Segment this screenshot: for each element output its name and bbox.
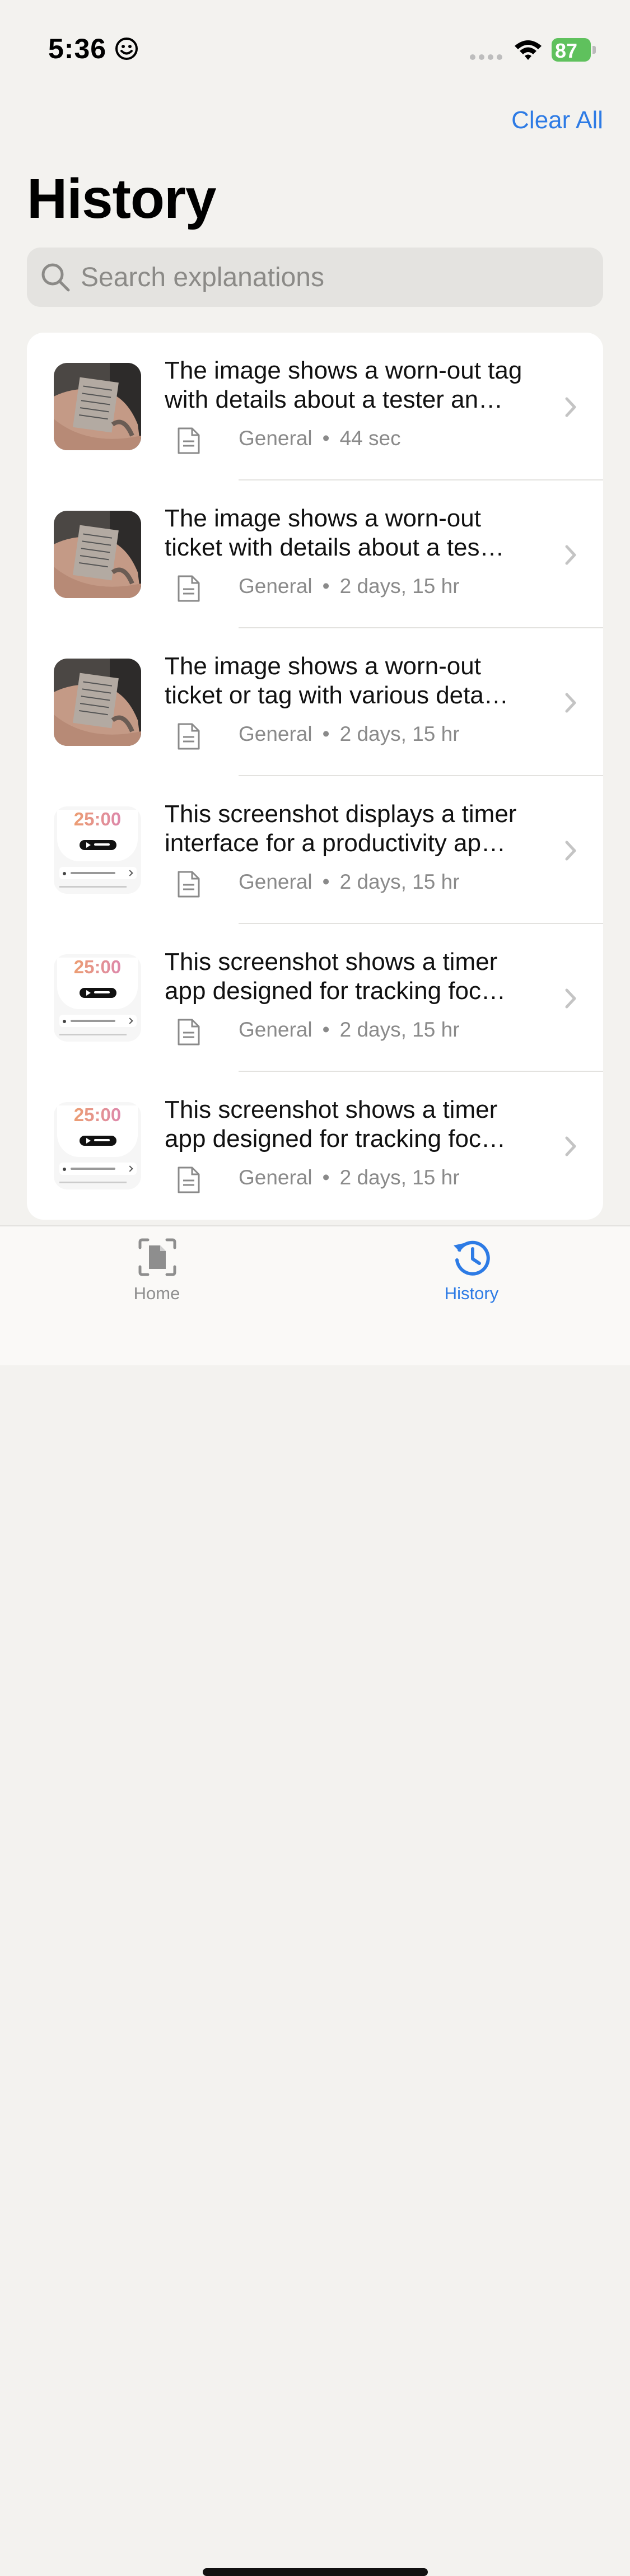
item-title: The image shows a worn-out ticket with d… xyxy=(165,505,505,561)
cellular-signal-icon xyxy=(470,54,502,60)
wifi-icon xyxy=(515,40,542,60)
document-icon xyxy=(178,1166,200,1193)
history-item[interactable]: 25:00 This screenshot shows a timer app … xyxy=(27,1072,603,1220)
document-icon xyxy=(178,1019,200,1046)
status-time: 5:36 xyxy=(48,33,107,64)
chevron-right-icon xyxy=(565,397,576,417)
battery-level: 87 xyxy=(555,39,578,62)
clock-history-icon xyxy=(454,1240,490,1276)
tab-home-label: Home xyxy=(133,1284,180,1303)
page-title: History xyxy=(27,167,217,230)
document-icon xyxy=(178,575,200,602)
chevron-right-icon xyxy=(565,693,576,713)
chevron-right-icon xyxy=(565,545,576,565)
document-icon xyxy=(178,723,200,750)
clear-all-button[interactable]: Clear All xyxy=(511,106,603,134)
item-title: This screenshot shows a timer app design… xyxy=(165,1096,506,1152)
item-meta: General • 2 days, 15 hr xyxy=(239,722,460,745)
item-meta: General • 2 days, 15 hr xyxy=(239,575,460,598)
item-title: The image shows a worn-out ticket or tag… xyxy=(165,652,508,709)
history-item[interactable]: 25:00 This screenshot shows a timer app … xyxy=(27,924,603,1072)
photo-thumbnail xyxy=(54,363,141,450)
timer-thumbnail: 25:00 xyxy=(54,954,141,1042)
history-item[interactable]: The image shows a worn-out ticket or tag… xyxy=(27,628,603,776)
item-meta: General • 2 days, 15 hr xyxy=(239,1018,460,1041)
photo-thumbnail xyxy=(54,511,141,598)
scan-document-icon xyxy=(138,1238,176,1276)
document-icon xyxy=(178,427,200,454)
timer-thumbnail: 25:00 xyxy=(54,1102,141,1189)
photo-thumbnail xyxy=(54,659,141,746)
smiley-icon xyxy=(115,38,138,60)
battery-indicator: 87 xyxy=(552,38,596,62)
history-list: The image shows a worn-out tag with deta… xyxy=(27,333,603,1220)
tab-history-label: History xyxy=(444,1284,499,1303)
timer-thumbnail: 25:00 xyxy=(54,806,141,894)
document-icon xyxy=(178,871,200,898)
item-title: The image shows a worn-out tag with deta… xyxy=(165,357,522,413)
tab-home[interactable]: Home xyxy=(78,1226,235,1316)
item-meta: General • 2 days, 15 hr xyxy=(239,1166,460,1189)
history-item[interactable]: The image shows a worn-out ticket with d… xyxy=(27,480,603,628)
history-item[interactable]: The image shows a worn-out tag with deta… xyxy=(27,333,603,480)
chevron-right-icon xyxy=(565,988,576,1009)
home-indicator xyxy=(203,2568,428,2576)
item-meta: General • 2 days, 15 hr xyxy=(239,870,460,893)
item-title: This screenshot shows a timer app design… xyxy=(165,948,506,1005)
tab-bar: Home History xyxy=(0,1225,630,2576)
item-meta: General • 44 sec xyxy=(239,427,401,450)
search-bar[interactable] xyxy=(27,248,603,307)
history-item[interactable]: 25:00 This screenshot displays a timer i… xyxy=(27,776,603,924)
chevron-right-icon xyxy=(565,841,576,861)
item-title: This screenshot displays a timer interfa… xyxy=(165,800,517,857)
tab-history[interactable]: History xyxy=(393,1226,550,1316)
search-input[interactable] xyxy=(81,248,585,307)
chevron-right-icon xyxy=(565,1136,576,1156)
search-icon xyxy=(41,263,70,292)
status-bar: 5:36 87 xyxy=(0,0,630,84)
